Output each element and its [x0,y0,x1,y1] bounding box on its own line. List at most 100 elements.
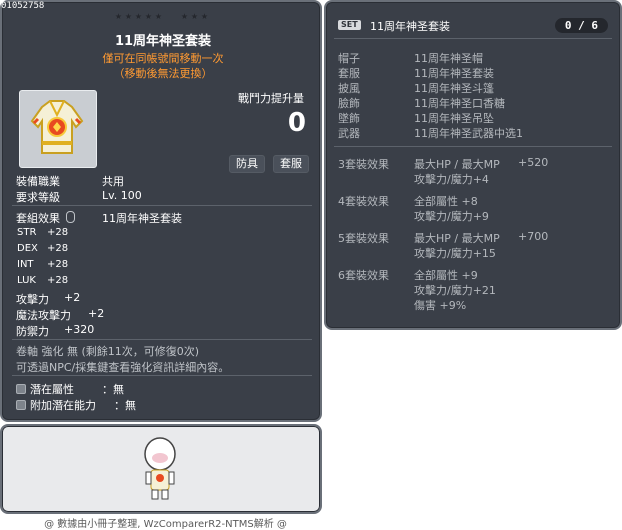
outfit-icon [30,100,84,154]
job-row: 裝備職業 共用 [16,173,124,189]
divider [334,38,612,39]
job-value: 共用 [102,175,124,188]
scroll-info: 卷軸 強化 無 (剩餘11次，可修復0次) [16,345,200,358]
set-effect-value: 11周年神圣套装 [102,212,182,225]
add-potential-icon [16,400,26,410]
stat-name: LUK [17,275,36,286]
divider [334,146,612,147]
set-effect-line: 攻擊力/魔力+15 [414,247,496,260]
set-effect-label: 套組效果 [16,212,60,225]
set-item-slot: 墜飾 [338,112,360,125]
stat-row: DEX +28 [17,243,68,254]
footer-credit: @ 數據由小冊子整理, WzComparerR2-NTMS解析 @ [44,519,287,530]
set-item-name: 11周年神圣口香糖 [414,97,505,110]
set-name: 11周年神圣套装 [370,20,450,33]
npc-info: 可透過NPC/採集鍵查看強化資訊詳細內容。 [16,361,230,374]
set-count: 0 / 6 [554,18,608,33]
set-item-name: 11周年神圣斗篷 [414,82,494,95]
set-info-panel: SET 11周年神圣套装 0 / 6 帽子 11周年神圣帽 套服 11周年神圣套装 … [324,0,622,330]
stat-row: STR +28 [17,227,68,238]
set-item-row: 套服 11周年神圣套装 [338,65,494,81]
attack-row: 攻擊力 +2 [16,291,80,307]
defense-row: 防禦力 +320 [16,323,94,339]
set-effect-line: 最大HP / 最大MP [414,158,500,171]
set-effect-line: 傷害 +9% [414,299,467,312]
item-tooltip-panel: ★ ★ ★ ★ ★ ★ ★ ★ 11周年神圣套装 僅可在同帳號間移動一次 （移動後無法更換） … [0,0,322,422]
star-force-stars: ★ ★ ★ ★ ★ ★ ★ ★ [114,12,210,21]
set-effect-number: +700 [518,230,549,243]
set-effect-4: 4套裝效果 全部屬性 +8 [338,193,478,209]
potential-icon [16,384,26,394]
set-effect-line: 攻擊力/魔力+4 [414,173,489,186]
set-effect-3: 3套裝效果 最大HP / 最大MP +520 [338,156,548,172]
set-effect-line: 攻擊力/魔力+9 [414,210,489,223]
add-potential-label: 附加潛在能力 [30,399,96,412]
avatar-figure [144,437,176,500]
attack-label: 攻擊力 [16,293,49,306]
magic-attack-row: 魔法攻擊力 +2 [16,307,104,323]
set-item-row: 披風 11周年神圣斗篷 [338,80,494,96]
trade-note: 僅可在同帳號間移動一次 [102,52,224,65]
divider [12,375,312,376]
trade-note-sub: （移動後無法更換） [113,67,213,80]
add-potential-row: 附加潛在能力 ：無 [16,397,136,413]
defense-label: 防禦力 [16,325,49,338]
set-effect-line: 全部屬性 +8 [414,195,478,208]
set-item-row: 臉飾 11周年神圣口香糖 [338,95,505,111]
set-item-slot: 披風 [338,82,360,95]
set-item-name: 11周年神圣吊坠 [414,112,494,125]
mouse-icon [65,211,75,223]
add-potential-value: ：無 [114,399,136,412]
level-value: Lv. 100 [102,189,142,202]
tag-overall: 套服 [273,155,309,173]
level-row: 要求等級 Lv. 100 [16,189,142,205]
stat-value: +28 [47,259,69,270]
set-item-name: 11周年神圣武器中选1 [414,127,523,140]
set-item-slot: 臉飾 [338,97,360,110]
set-item-row: 墜飾 11周年神圣吊坠 [338,110,494,126]
item-id: 01052758 [1,1,45,11]
set-item-row: 帽子 11周年神圣帽 [338,50,483,66]
divider [12,205,312,206]
magic-attack-value: +2 [88,307,105,320]
set-effect-label: 6套裝效果 [338,269,389,282]
set-item-slot: 套服 [338,67,360,80]
divider [12,339,312,340]
stat-row: LUK +28 [17,275,68,286]
stat-value: +28 [47,243,69,254]
set-badge: SET [338,20,361,30]
set-item-slot: 武器 [338,127,360,140]
stat-row: INT +28 [17,259,68,270]
attack-value: +2 [64,291,81,304]
stat-name: INT [17,259,34,270]
tag-armor: 防具 [229,155,265,173]
job-label: 裝備職業 [16,175,60,188]
set-effect-line: 攻擊力/魔力+21 [414,284,496,297]
set-effect-row: 套組效果 11周年神圣套装 [16,210,182,226]
set-effect-line: 全部屬性 +9 [414,269,478,282]
set-effect-line: 最大HP / 最大MP [414,232,500,245]
set-item-name: 11周年神圣帽 [414,52,483,65]
set-effect-6: 6套裝效果 全部屬性 +9 [338,267,478,283]
set-item-name: 11周年神圣套装 [414,67,494,80]
avatar-preview-panel [0,424,322,514]
magic-attack-label: 魔法攻擊力 [16,309,71,322]
level-label: 要求等級 [16,191,60,204]
item-icon-frame [19,90,97,168]
power-increase-value: 0 [287,108,306,138]
set-item-row: 武器 11周年神圣武器中选1 [338,125,523,141]
stat-value: +28 [47,227,69,238]
set-item-slot: 帽子 [338,52,360,65]
stat-name: STR [17,227,37,238]
set-effect-label: 4套裝效果 [338,195,389,208]
set-effect-5: 5套裝效果 最大HP / 最大MP +700 [338,230,548,246]
defense-value: +320 [64,323,95,336]
stat-name: DEX [17,243,38,254]
set-effect-number: +520 [518,156,549,169]
item-name: 11周年神圣套装 [114,34,212,49]
potential-value: ：無 [102,383,124,396]
potential-label: 潛在屬性 [30,383,74,396]
potential-row: 潛在屬性 ：無 [16,381,124,397]
stat-value: +28 [47,275,69,286]
set-effect-label: 3套裝效果 [338,158,389,171]
